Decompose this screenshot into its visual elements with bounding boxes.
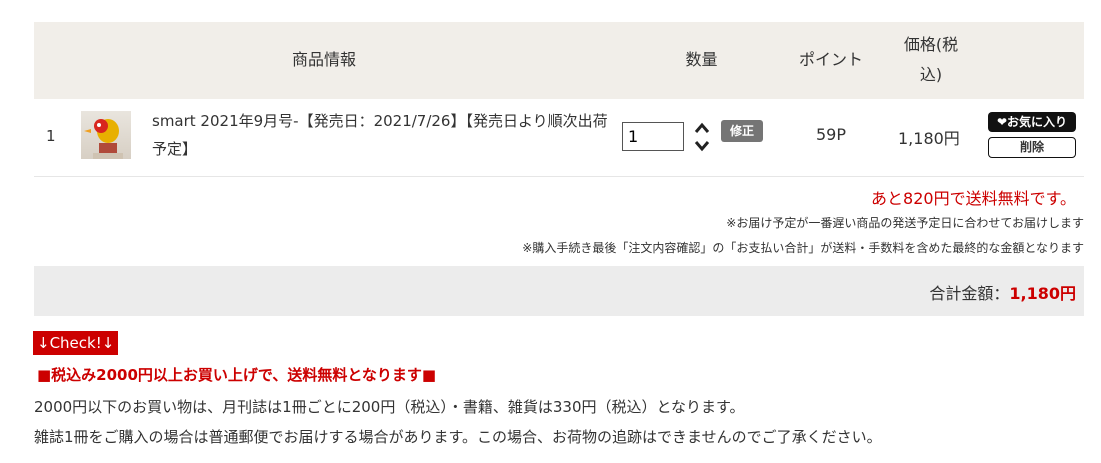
quantity-stepper[interactable] xyxy=(693,120,711,154)
total-value: 1,180円 xyxy=(1009,284,1076,303)
header-price-line1: 価格(税 xyxy=(903,35,959,54)
favorite-button[interactable]: ❤お気に入り xyxy=(988,112,1076,132)
chevron-up-icon xyxy=(694,122,710,133)
shipping-info-line1: 2000円以下のお買い物は、月刊誌は1冊ごとに200円（税込）・書籍、雑貨は33… xyxy=(34,398,745,416)
delivery-note: ※お届け予定が一番遅い商品の発送予定日に合わせてお届けします xyxy=(726,216,1084,230)
delete-button[interactable]: 削除 xyxy=(988,137,1076,158)
item-points: 59P xyxy=(816,125,847,144)
header-price-line2: 込) xyxy=(919,65,943,84)
shipping-info-line2: 雑誌1冊をご購入の場合は普通郵便でお届けする場合があります。この場合、お荷物の追… xyxy=(34,428,882,446)
cart-table: 商品情報 数量 ポイント 価格(税 込) 1 smart 2021年9月号-【発… xyxy=(34,22,1084,316)
header-quantity: 数量 xyxy=(685,50,718,69)
item-index: 1 xyxy=(46,127,56,145)
check-badge: ↓Check!↓ xyxy=(33,331,119,355)
total-label: 合計金額： xyxy=(929,284,1010,303)
quantity-input[interactable] xyxy=(622,122,684,151)
item-thumbnail[interactable] xyxy=(81,111,131,159)
chevron-down-icon xyxy=(694,141,710,152)
update-button[interactable]: 修正 xyxy=(721,120,763,142)
free-shipping-headline: ■税込み2000円以上お買い上げで、送料無料となります■ xyxy=(37,366,437,384)
header-price: 価格(税 込) xyxy=(886,30,976,90)
total-bar: 合計金額：1,180円 xyxy=(34,266,1084,316)
cart-header: 商品情報 数量 ポイント 価格(税 込) xyxy=(34,22,1084,99)
free-shipping-remaining: あと820円で送料無料です。 xyxy=(871,189,1076,208)
item-price: 1,180円 xyxy=(898,129,960,148)
total-amount: 合計金額：1,180円 xyxy=(929,280,1076,304)
item-name-link[interactable]: smart 2021年9月号-【発売日：2021/7/26】【発売日より順次出荷… xyxy=(152,107,622,163)
payment-note: ※購入手続き最後「注文内容確認」の「お支払い合計」が送料・手数料を含めた最終的な… xyxy=(522,241,1084,255)
header-points: ポイント xyxy=(798,50,863,69)
cart-item-row: 1 smart 2021年9月号-【発売日：2021/7/26】【発売日より順次… xyxy=(34,99,1084,177)
header-product-info: 商品情報 xyxy=(291,50,356,69)
